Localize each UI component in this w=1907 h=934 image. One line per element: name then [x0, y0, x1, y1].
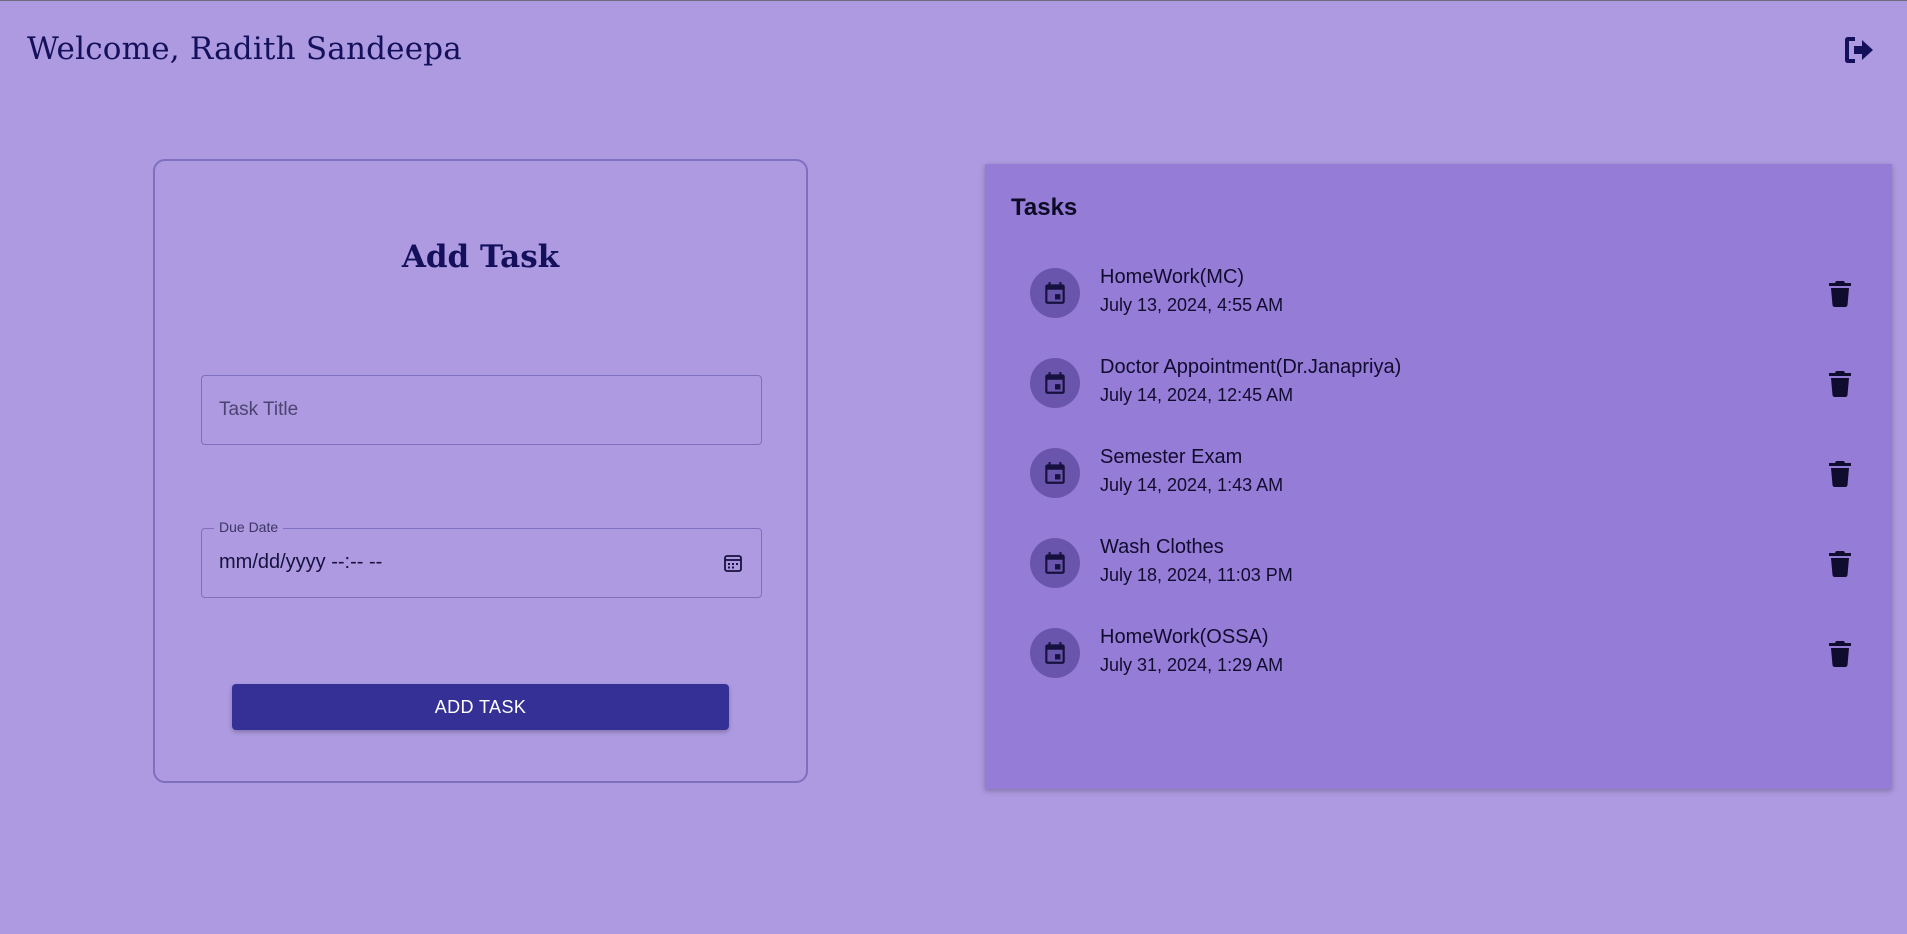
task-avatar — [1030, 268, 1080, 318]
task-avatar — [1030, 448, 1080, 498]
trash-icon — [1829, 551, 1851, 577]
calendar-icon — [724, 555, 742, 572]
event-icon — [1045, 372, 1065, 394]
task-avatar — [1030, 628, 1080, 678]
task-avatar — [1030, 538, 1080, 588]
delete-task-button[interactable] — [1827, 369, 1853, 397]
tasks-panel: Tasks HomeWork(MC) July 13, 2024, 4:55 A… — [985, 164, 1892, 789]
task-due-date: July 14, 2024, 12:45 AM — [1100, 385, 1294, 405]
delete-task-button[interactable] — [1827, 459, 1853, 487]
trash-icon — [1829, 641, 1851, 667]
delete-task-button[interactable] — [1827, 549, 1853, 577]
task-name: Doctor Appointment(Dr.Janapriya) — [1100, 356, 1402, 378]
delete-task-button[interactable] — [1827, 639, 1853, 667]
event-icon — [1045, 462, 1065, 484]
task-list: HomeWork(MC) July 13, 2024, 4:55 AM Doct… — [985, 249, 1892, 699]
event-icon — [1045, 642, 1065, 664]
task-item[interactable]: Semester Exam July 14, 2024, 1:43 AM — [985, 429, 1892, 519]
add-task-heading: Add Task — [401, 239, 560, 275]
logout-icon — [1845, 37, 1873, 63]
due-date-label: Due Date — [214, 519, 284, 535]
task-title-field[interactable] — [201, 375, 762, 445]
delete-task-button[interactable] — [1827, 279, 1853, 307]
event-icon — [1045, 552, 1065, 574]
task-name: Wash Clothes — [1100, 536, 1224, 558]
task-item[interactable]: Wash Clothes July 18, 2024, 11:03 PM — [985, 519, 1892, 609]
add-task-button[interactable]: ADD TASK — [232, 684, 729, 730]
task-name: HomeWork(OSSA) — [1100, 626, 1269, 648]
due-date-input[interactable]: mm/dd/yyyy --:-- -- — [219, 551, 382, 574]
task-name: Semester Exam — [1100, 446, 1243, 468]
task-due-date: July 31, 2024, 1:29 AM — [1100, 655, 1284, 675]
task-item[interactable]: Doctor Appointment(Dr.Janapriya) July 14… — [985, 339, 1892, 429]
task-due-date: July 18, 2024, 11:03 PM — [1100, 565, 1293, 585]
calendar-picker-button[interactable] — [723, 553, 743, 573]
task-item[interactable]: HomeWork(MC) July 13, 2024, 4:55 AM — [985, 249, 1892, 339]
trash-icon — [1829, 281, 1851, 307]
trash-icon — [1829, 461, 1851, 487]
task-due-date: July 14, 2024, 1:43 AM — [1100, 475, 1284, 495]
add-task-card: Add Task Due Date mm/dd/yyyy --:-- -- AD… — [153, 159, 808, 783]
event-icon — [1045, 282, 1065, 304]
welcome-title: Welcome, Radith Sandeepa — [27, 31, 462, 67]
task-avatar — [1030, 358, 1080, 408]
tasks-heading: Tasks — [1011, 194, 1078, 221]
task-title-input[interactable] — [202, 376, 761, 444]
task-item[interactable]: HomeWork(OSSA) July 31, 2024, 1:29 AM — [985, 609, 1892, 699]
trash-icon — [1829, 371, 1851, 397]
task-due-date: July 13, 2024, 4:55 AM — [1100, 295, 1284, 315]
due-date-field[interactable]: Due Date mm/dd/yyyy --:-- -- — [201, 519, 762, 598]
task-name: HomeWork(MC) — [1100, 266, 1245, 288]
logout-button[interactable] — [1842, 35, 1876, 65]
